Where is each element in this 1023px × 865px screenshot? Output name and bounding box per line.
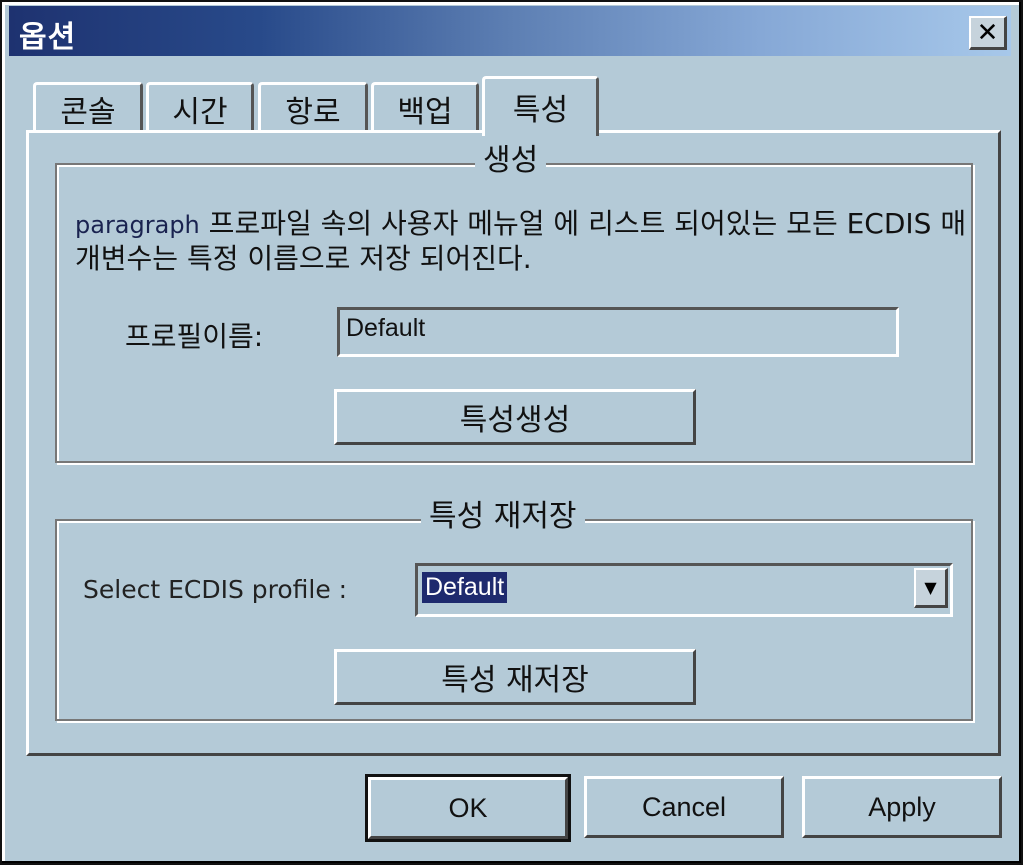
dropdown-button[interactable]: ▼: [914, 568, 948, 608]
button-label: Apply: [868, 791, 936, 822]
group-title: 특성 재저장: [421, 497, 585, 537]
description-text: 프로파일 속의 사용자 메뉴얼 에 리스트 되어있는 모든 ECDIS 매개변수…: [75, 207, 967, 275]
profile-name-value: Default: [346, 314, 426, 342]
tab-label: 시간: [172, 94, 228, 130]
close-button[interactable]: ✕: [969, 16, 1007, 50]
button-label: OK: [448, 792, 488, 823]
title-bar[interactable]: 옵션 ✕: [9, 6, 1011, 56]
profile-name-label: 프로필이름:: [125, 320, 264, 353]
close-icon: ✕: [976, 17, 999, 48]
create-description: paragraph 프로파일 속의 사용자 메뉴얼 에 리스트 되어있는 모든 …: [75, 207, 975, 276]
chevron-down-icon: ▼: [924, 578, 937, 597]
create-profile-button[interactable]: 특성생성: [334, 389, 696, 445]
tab-label: 콘솔: [60, 94, 116, 130]
tab-label: 백업: [397, 94, 453, 130]
profile-tab-panel: 생성 paragraph 프로파일 속의 사용자 메뉴얼 에 리스트 되어있는 …: [26, 130, 1001, 756]
window-title: 옵션: [19, 20, 77, 55]
ok-button[interactable]: OK: [365, 774, 571, 842]
restore-profile-group: 특성 재저장 Select ECDIS profile : Default ▼ …: [55, 497, 973, 721]
tab-backup[interactable]: 백업: [371, 82, 479, 132]
button-label: 특성생성: [459, 403, 571, 438]
tab-route[interactable]: 항로: [258, 82, 368, 132]
select-profile-label: Select ECDIS profile :: [83, 575, 348, 604]
profile-select-value: Default: [422, 572, 508, 603]
apply-button[interactable]: Apply: [802, 776, 1002, 838]
profile-name-input[interactable]: Default: [337, 307, 899, 357]
button-label: Cancel: [641, 791, 727, 822]
group-title: 생성: [475, 141, 547, 181]
restore-profile-button[interactable]: 특성 재저장: [334, 649, 696, 705]
tab-label: 특성: [512, 93, 569, 128]
description-keyword: paragraph: [75, 211, 200, 239]
tab-time[interactable]: 시간: [146, 82, 254, 132]
tab-console[interactable]: 콘솔: [33, 82, 143, 132]
tab-label: 항로: [285, 94, 341, 130]
button-label: 특성 재저장: [441, 663, 589, 698]
cancel-button[interactable]: Cancel: [584, 776, 784, 838]
profile-select[interactable]: Default ▼: [415, 563, 953, 617]
tab-profile[interactable]: 특성: [482, 76, 599, 136]
create-profile-group: 생성 paragraph 프로파일 속의 사용자 메뉴얼 에 리스트 되어있는 …: [55, 141, 975, 463]
